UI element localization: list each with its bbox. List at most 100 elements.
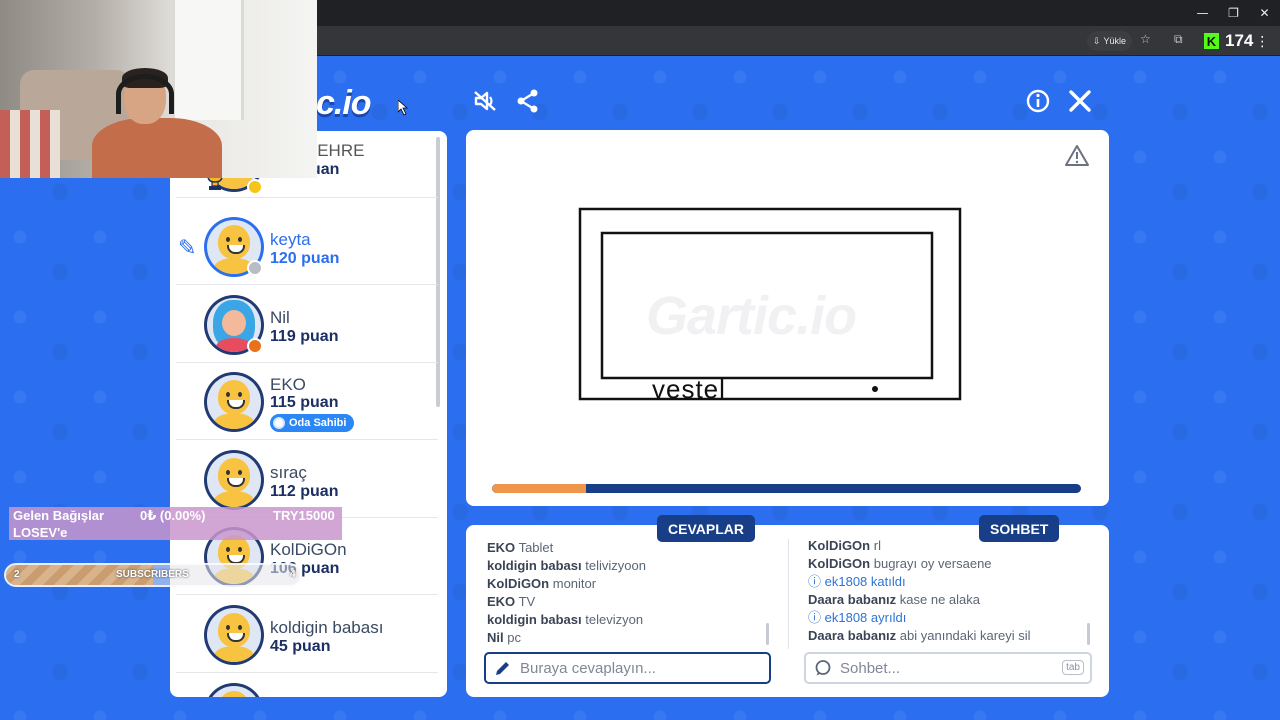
minimize-icon[interactable]: —: [1187, 0, 1218, 26]
drawing-canvas[interactable]: Gartic.io vestel: [466, 130, 1109, 506]
avatar: [204, 605, 264, 665]
player-name: EKO: [270, 375, 306, 394]
message-text: katıldı: [870, 574, 906, 589]
player-points: 112 puan: [270, 483, 339, 500]
chat-field[interactable]: tab: [804, 652, 1092, 684]
player-points: 115 puan: [270, 394, 339, 411]
chat-message: EKO TV: [487, 593, 646, 611]
streamer-figure: [92, 66, 232, 178]
player-row: EKO 115 puan Oda Sahibi: [176, 363, 438, 440]
status-dot: [247, 338, 263, 354]
bookmark-star-icon[interactable]: ☆: [1140, 32, 1151, 46]
avatar: [204, 683, 264, 697]
restore-icon[interactable]: ❐: [1218, 0, 1249, 26]
status-dot: [247, 260, 263, 276]
message-text: Tablet: [518, 540, 554, 555]
chat-message: EKO Tablet: [487, 539, 646, 557]
message-user: ek1808: [824, 574, 868, 589]
message-text: kase ne alaka: [899, 592, 981, 607]
player-row: Nil 119 puan: [176, 286, 438, 363]
report-warning-icon[interactable]: [1064, 144, 1090, 168]
donation-title: Gelen Bağışlar: [13, 508, 105, 523]
drawing-pencil-icon: ✎: [178, 236, 197, 261]
answer-field[interactable]: [484, 652, 771, 684]
player-name: koldigin babası: [270, 618, 384, 637]
answers-scrollbar[interactable]: [766, 623, 769, 645]
donation-goal-overlay: Gelen Bağışlar 0₺ (0.00%) TRY15000 LOSEV…: [9, 507, 342, 540]
message-text: abi yanındaki kareyi sil: [899, 628, 1031, 643]
donation-amount: 0₺ (0.00%): [140, 508, 206, 523]
player-row: ✎ keyta 120 puan: [176, 208, 438, 285]
panel-divider: [788, 539, 789, 649]
message-user: koldigin babası: [487, 612, 582, 627]
subscriber-goal-bar: 2 SUBSCRIBERS 4: [4, 563, 302, 587]
message-text: pc: [507, 630, 521, 645]
message-user: Nil: [487, 630, 504, 645]
chat-message: koldigin babası telivizyoon: [487, 557, 646, 575]
mouse-cursor-icon: [398, 100, 408, 116]
subs-label: SUBSCRIBERS: [116, 569, 189, 580]
message-text: rl: [873, 538, 881, 553]
close-game-icon[interactable]: [1067, 88, 1093, 114]
player-points: 45 puan: [270, 638, 331, 655]
message-user: KolDiGOn: [808, 556, 871, 571]
subs-goal: 4: [290, 569, 296, 580]
install-label: Yükle: [1103, 36, 1127, 46]
extensions-icon[interactable]: ⧉: [1174, 32, 1183, 47]
donation-goal: TRY15000: [273, 508, 335, 523]
donation-target: LOSEV'e: [13, 525, 68, 540]
chat-message: Daara babanız kase ne alaka: [808, 591, 1031, 609]
message-text: televizyon: [585, 612, 644, 627]
message-user: KolDiGOn: [808, 538, 871, 553]
tab-answers[interactable]: CEVAPLAR: [657, 515, 755, 542]
player-drawing: vestel: [578, 207, 962, 404]
chat-scrollbar[interactable]: [1087, 623, 1090, 645]
install-app-button[interactable]: ⇩ Yükle: [1087, 31, 1133, 51]
chat-message: ⓘ ek1808 katıldı: [808, 573, 1031, 591]
tab-chat[interactable]: SOHBET: [979, 515, 1060, 542]
install-icon: ⇩: [1093, 35, 1101, 46]
message-user: Daara babanız: [808, 628, 897, 643]
drawn-word: vestel: [652, 374, 726, 404]
answers-list[interactable]: EKO Tablet koldigin babası telivizyoon Kol…: [487, 539, 646, 647]
message-user: Daara babanız: [808, 592, 897, 607]
chat-bubble-icon: [815, 660, 831, 676]
message-user: EKO: [487, 594, 516, 609]
avatar: [204, 450, 264, 510]
player-name: keyta: [270, 230, 311, 249]
chat-message: Nil pc: [487, 629, 646, 647]
player-name: Nil: [270, 308, 290, 327]
kick-logo-icon: K: [1204, 33, 1219, 49]
answer-input[interactable]: [520, 659, 720, 677]
message-text: ayrıldı: [870, 610, 907, 625]
message-text: monitor: [552, 576, 597, 591]
info-icon[interactable]: [1025, 88, 1051, 114]
chat-list[interactable]: KolDiGOn rl KolDiGOn bugrayı oy versaene ⓘ…: [808, 537, 1031, 645]
round-timer-bar: [492, 484, 1081, 493]
player-points: 119 puan: [270, 328, 339, 345]
status-dot: [247, 179, 263, 195]
message-text: telivizyoon: [585, 558, 646, 573]
host-icon: [273, 417, 285, 429]
player-row: koldigin babası 45 puan: [176, 596, 438, 673]
mute-sound-icon[interactable]: [472, 88, 498, 114]
player-row: [176, 674, 438, 697]
player-name: sıraç: [270, 463, 307, 482]
subs-current: 2: [14, 569, 20, 580]
more-menu-icon[interactable]: ⋮: [1255, 33, 1269, 50]
tab-key-hint: tab: [1062, 660, 1084, 675]
kick-viewer-badge: K 174 ⋮: [1204, 31, 1269, 51]
webcam-overlay: [0, 0, 317, 178]
player-name: KolDiGOn: [270, 540, 347, 559]
chat-input[interactable]: [840, 659, 1040, 677]
player-list[interactable]: 1 MCI BEHRE 130 puan ✎ keyta 120 puan Ni…: [170, 131, 447, 697]
window-controls: — ❐ ✕: [1187, 0, 1280, 26]
message-user: ek1808: [824, 610, 868, 625]
viewer-count: 174: [1225, 31, 1254, 50]
message-text: bugrayı oy versaene: [873, 556, 992, 571]
answers-chat-panel: EKO Tablet koldigin babası telivizyoon Kol…: [466, 525, 1109, 697]
player-points: 120 puan: [270, 250, 340, 267]
chat-message: KolDiGOn monitor: [487, 575, 646, 593]
share-icon[interactable]: [515, 88, 541, 114]
close-window-icon[interactable]: ✕: [1249, 0, 1280, 26]
